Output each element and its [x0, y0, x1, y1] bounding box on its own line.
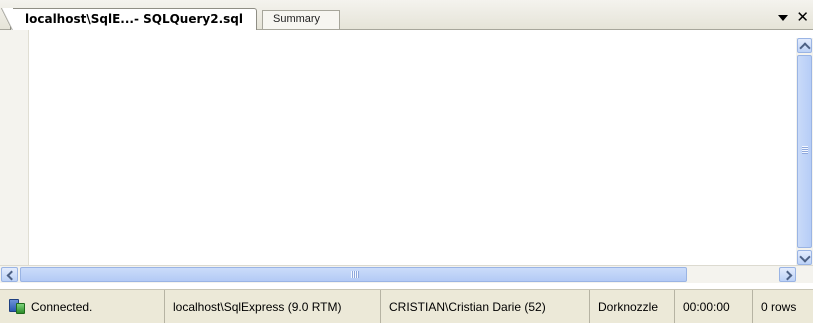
tab-tools: ✕ [778, 8, 809, 26]
close-icon[interactable]: ✕ [796, 9, 809, 25]
status-user: CRISTIAN\Cristian Darie (52) [381, 290, 590, 323]
query-text-area[interactable] [29, 30, 796, 265]
status-connection: Connected. [0, 290, 165, 323]
status-elapsed: 00:00:00 [675, 290, 753, 323]
dropdown-arrow-icon[interactable] [778, 15, 789, 21]
tab-sqlquery2[interactable]: localhost\SqlE...- SQLQuery2.sql [1, 8, 257, 32]
editor-gutter [0, 30, 29, 265]
scroll-left-button[interactable] [1, 267, 18, 282]
status-bar: Connected. localhost\SqlExpress (9.0 RTM… [0, 289, 813, 323]
status-database-text: Dorknozzle [598, 299, 659, 314]
connection-icon [8, 298, 26, 315]
chevron-left-icon [6, 270, 17, 281]
chevron-up-icon [799, 42, 811, 54]
status-database: Dorknozzle [590, 290, 675, 323]
chevron-down-icon [799, 251, 811, 263]
tab-summary[interactable]: Summary [262, 10, 340, 29]
status-user-text: CRISTIAN\Cristian Darie (52) [389, 299, 546, 314]
status-server: localhost\SqlExpress (9.0 RTM) [165, 290, 381, 323]
query-editor [0, 30, 813, 265]
status-server-text: localhost\SqlExpress (9.0 RTM) [173, 299, 342, 314]
grip-icon [802, 146, 808, 154]
tab-sqlquery2-label: localhost\SqlE...- SQLQuery2.sql [25, 12, 243, 26]
horizontal-scroll-thumb[interactable] [20, 267, 687, 282]
status-rows-text: 0 rows [761, 299, 797, 314]
grip-icon [351, 271, 359, 278]
chevron-right-icon [782, 270, 793, 281]
status-connection-text: Connected. [31, 299, 93, 314]
scroll-up-button[interactable] [797, 38, 812, 54]
status-elapsed-text: 00:00:00 [683, 299, 730, 314]
status-rows: 0 rows [753, 290, 813, 323]
document-tab-strip: localhost\SqlE...- SQLQuery2.sql Summary… [0, 0, 813, 32]
tab-summary-label: Summary [273, 13, 321, 25]
scroll-right-button[interactable] [779, 267, 796, 282]
horizontal-scrollbar[interactable] [0, 265, 813, 283]
vertical-scrollbar[interactable] [796, 38, 813, 265]
vertical-scroll-thumb[interactable] [797, 55, 812, 248]
scroll-down-button[interactable] [797, 250, 812, 265]
